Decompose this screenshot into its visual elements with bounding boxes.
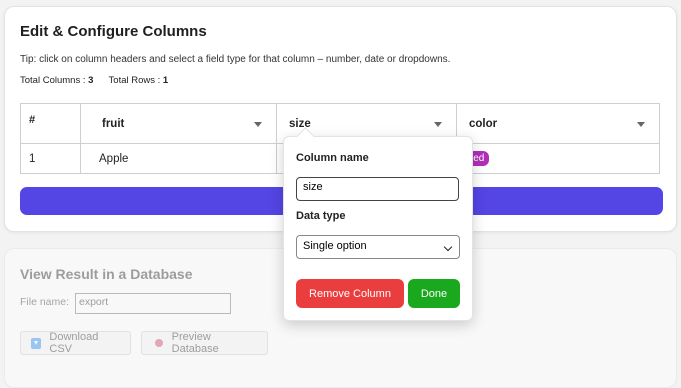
column-name-input[interactable]: size bbox=[296, 177, 459, 201]
caret-down-icon[interactable] bbox=[434, 122, 442, 127]
view-result-title: View Result in a Database bbox=[20, 266, 193, 282]
column-config-popup: Column name size Data type Single option… bbox=[283, 136, 473, 321]
header-color[interactable]: color bbox=[456, 103, 660, 144]
done-button[interactable]: Done bbox=[408, 279, 460, 308]
preview-database-button[interactable]: Preview Database bbox=[141, 331, 268, 355]
tip-text: Tip: click on column headers and select … bbox=[20, 54, 451, 65]
total-columns-value: 3 bbox=[88, 75, 94, 86]
caret-down-icon[interactable] bbox=[637, 122, 645, 127]
totals-line: Total Columns : 3 Total Rows : 1 bbox=[20, 75, 168, 86]
download-csv-label: Download CSV bbox=[49, 331, 99, 355]
cell-color[interactable]: Red bbox=[456, 143, 660, 174]
total-columns-label: Total Columns : bbox=[20, 75, 86, 86]
data-type-label: Data type bbox=[296, 210, 346, 222]
cell-fruit[interactable]: Apple bbox=[80, 143, 277, 174]
preview-database-label: Preview Database bbox=[171, 331, 219, 355]
header-fruit[interactable]: fruit bbox=[80, 103, 277, 144]
total-rows-label: Total Rows : bbox=[108, 75, 161, 86]
cell-row-number: 1 bbox=[20, 143, 81, 174]
page-title: Edit & Configure Columns bbox=[20, 23, 207, 40]
column-name-label: Column name bbox=[296, 152, 369, 164]
header-row-number: # bbox=[20, 103, 81, 144]
header-fruit-label: fruit bbox=[102, 117, 125, 130]
chevron-down-icon bbox=[443, 242, 453, 252]
header-color-label: color bbox=[469, 117, 498, 130]
remove-column-button[interactable]: Remove Column bbox=[296, 279, 404, 308]
data-type-select[interactable]: Single option bbox=[296, 235, 460, 259]
data-type-value: Single option bbox=[303, 240, 367, 252]
caret-down-icon[interactable] bbox=[254, 122, 262, 127]
download-csv-button[interactable]: Download CSV bbox=[20, 331, 131, 355]
file-name-label: File name: bbox=[20, 296, 70, 308]
database-icon bbox=[155, 339, 163, 347]
total-rows-value: 1 bbox=[162, 75, 169, 86]
file-name-input[interactable]: export bbox=[75, 293, 231, 314]
download-icon bbox=[31, 337, 42, 349]
